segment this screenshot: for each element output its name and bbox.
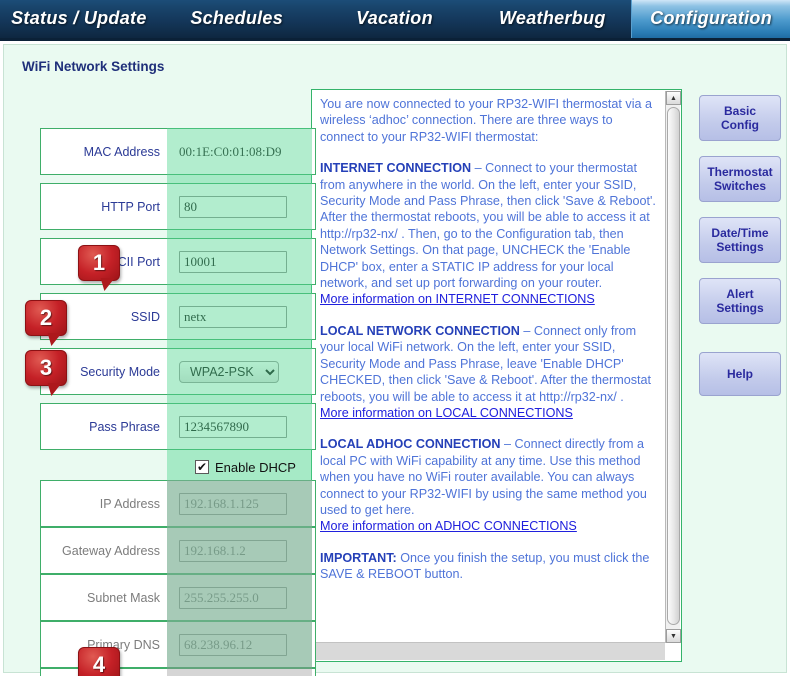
security-mode-select[interactable]: WPA2-PSK WPA-PSK WEP Open (179, 360, 279, 383)
row-gateway-address: Gateway Address (40, 527, 316, 574)
ascii-port-input[interactable] (179, 250, 287, 273)
thermostat-switches-button[interactable]: Thermostat Switches (699, 156, 781, 202)
info-internet-body: – Connect to your thermostat from anywhe… (320, 161, 656, 291)
label-http-port: HTTP Port (101, 199, 160, 214)
row-subnet-mask: Subnet Mask (40, 574, 316, 621)
page-body: WiFi Network Settings MAC Address 00:1E:… (3, 44, 787, 676)
info-internet-link-wrap: More information on INTERNET CONNECTIONS (320, 291, 657, 307)
alert-settings-button[interactable]: Alert Settings (699, 278, 781, 324)
info-local-heading: LOCAL NETWORK CONNECTION (320, 323, 520, 338)
basic-config-line2: Config (721, 118, 759, 132)
info-paragraph-local: LOCAL NETWORK CONNECTION – Connect only … (320, 323, 657, 405)
info-adhoc-link-wrap: More information on ADHOC CONNECTIONS (320, 518, 657, 534)
info-paragraph-adhoc: LOCAL ADHOC CONNECTION – Connect directl… (320, 436, 657, 518)
info-panel-scrollbar[interactable]: ▲ ▼ (665, 91, 681, 643)
subnet-mask-input[interactable] (179, 586, 287, 609)
link-local-connections[interactable]: More information on LOCAL CONNECTIONS (320, 405, 573, 421)
callout-badge-1: 1 (78, 245, 120, 281)
basic-config-button[interactable]: Basic Config (699, 95, 781, 141)
help-info-text: You are now connected to your RP32-WIFI … (320, 96, 657, 583)
info-important-heading: IMPORTANT: (320, 550, 397, 565)
scroll-down-arrow-icon[interactable]: ▼ (666, 629, 681, 643)
ip-address-input[interactable] (179, 492, 287, 515)
date-time-settings-line2: Settings (716, 240, 764, 254)
nav-tab-weatherbug[interactable]: Weatherbug (473, 0, 631, 38)
page-title: WiFi Network Settings (22, 59, 165, 74)
callout-badge-4: 4 (78, 647, 120, 676)
nav-tab-status-update[interactable]: Status / Update (0, 0, 158, 38)
help-info-scrollport: You are now connected to your RP32-WIFI … (312, 90, 665, 643)
info-internet-heading: INTERNET CONNECTION (320, 161, 472, 176)
nav-tab-vacation[interactable]: Vacation (316, 0, 474, 38)
thermostat-switches-line1: Thermostat (707, 165, 773, 179)
label-subnet-mask: Subnet Mask (87, 590, 160, 605)
gateway-address-input[interactable] (179, 539, 287, 562)
label-pass-phrase: Pass Phrase (89, 419, 160, 434)
alert-settings-line1: Alert (726, 287, 754, 301)
config-side-buttons: Basic Config Thermostat Switches Date/Ti… (699, 95, 781, 411)
value-mac-address: 00:1E:C0:01:08:D9 (179, 143, 282, 159)
info-paragraph-internet: INTERNET CONNECTION – Connect to your th… (320, 160, 657, 291)
basic-config-line1: Basic (723, 104, 757, 118)
row-ip-address: IP Address (40, 480, 316, 527)
app-root: Status / Update Schedules Vacation Weath… (0, 0, 790, 676)
ssid-input[interactable] (179, 305, 287, 328)
row-enable-dhcp: ✔ Enable DHCP (40, 453, 316, 481)
callout-badge-3: 3 (25, 350, 67, 386)
alert-settings-line2: Settings (716, 301, 764, 315)
main-navbar: Status / Update Schedules Vacation Weath… (0, 0, 790, 41)
info-panel-bottom-strip (313, 642, 665, 660)
primary-dns-input[interactable] (179, 633, 287, 656)
nav-tab-configuration[interactable]: Configuration (631, 0, 790, 38)
enable-dhcp-checkbox[interactable]: ✔ (195, 460, 209, 474)
row-ssid: SSID (40, 293, 316, 340)
info-intro-text: You are now connected to your RP32-WIFI … (320, 97, 653, 144)
help-info-panel: You are now connected to your RP32-WIFI … (311, 89, 682, 662)
scrollbar-thumb[interactable] (667, 107, 680, 625)
help-button[interactable]: Help (699, 352, 781, 396)
date-time-settings-button[interactable]: Date/Time Settings (699, 217, 781, 263)
row-http-port: HTTP Port (40, 183, 316, 230)
scroll-up-arrow-icon[interactable]: ▲ (666, 91, 681, 105)
info-local-link-wrap: More information on LOCAL CONNECTIONS (320, 405, 657, 421)
label-gateway-address: Gateway Address (62, 543, 160, 558)
row-mac-address: MAC Address 00:1E:C0:01:08:D9 (40, 128, 316, 175)
enable-dhcp-label: Enable DHCP (215, 459, 296, 475)
nav-tab-schedules[interactable]: Schedules (158, 0, 316, 38)
link-adhoc-connections[interactable]: More information on ADHOC CONNECTIONS (320, 518, 577, 534)
link-internet-connections[interactable]: More information on INTERNET CONNECTIONS (320, 291, 595, 307)
row-pass-phrase: Pass Phrase (40, 403, 316, 450)
thermostat-switches-line2: Switches (713, 179, 767, 193)
row-security-mode: Security Mode WPA2-PSK WPA-PSK WEP Open (40, 348, 316, 395)
info-adhoc-heading: LOCAL ADHOC CONNECTION (320, 437, 501, 452)
date-time-settings-line1: Date/Time (711, 226, 769, 240)
label-mac-address: MAC Address (83, 144, 160, 159)
label-ip-address: IP Address (99, 496, 160, 511)
help-button-label: Help (726, 367, 753, 381)
info-paragraph-important: IMPORTANT: Once you finish the setup, yo… (320, 550, 657, 583)
http-port-input[interactable] (179, 195, 287, 218)
pass-phrase-input[interactable] (179, 415, 287, 438)
info-paragraph-intro: You are now connected to your RP32-WIFI … (320, 96, 657, 145)
wifi-settings-form: MAC Address 00:1E:C0:01:08:D9 HTTP Port … (22, 85, 316, 676)
callout-badge-2: 2 (25, 300, 67, 336)
